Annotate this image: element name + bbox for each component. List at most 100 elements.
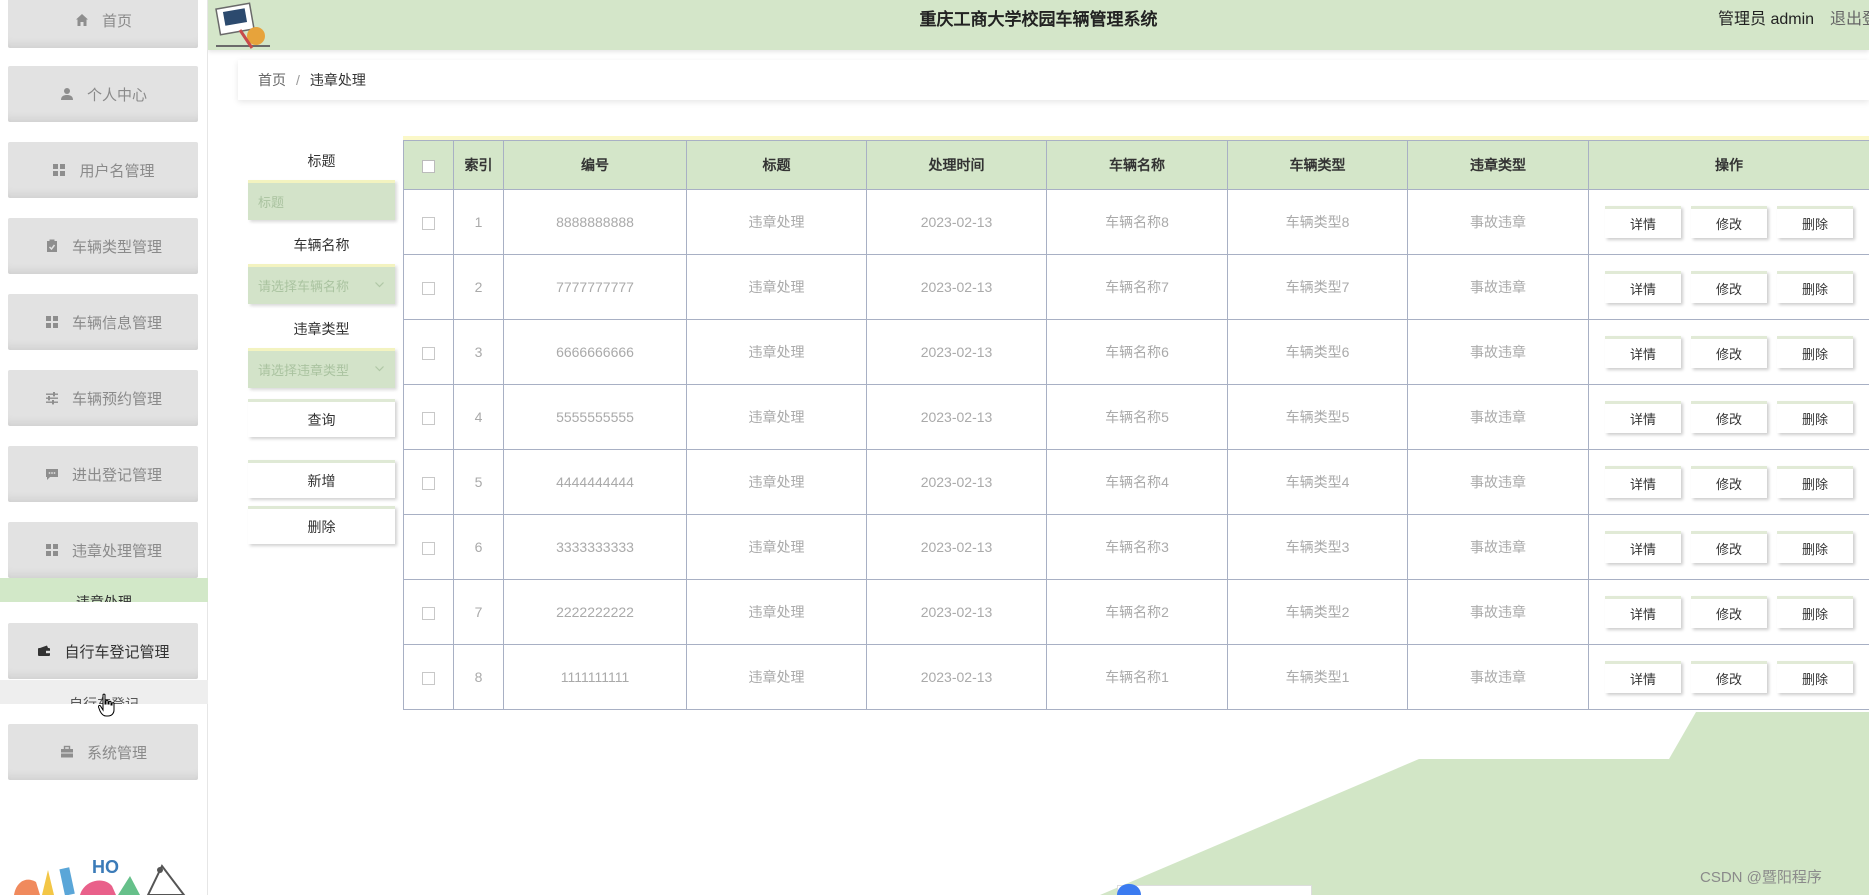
- cell-vehicle-type: 车辆类型5: [1227, 384, 1408, 450]
- cell-time: 2023-02-13: [866, 384, 1047, 450]
- row-checkbox[interactable]: [422, 281, 435, 295]
- cell-vehicle-type: 车辆类型7: [1227, 254, 1408, 320]
- cell-number: 2222222222: [503, 579, 687, 645]
- select-all-checkbox[interactable]: [422, 159, 435, 173]
- row-actions: 详情 修改 删除: [1589, 596, 1869, 628]
- detail-button[interactable]: 详情: [1605, 531, 1681, 563]
- sidebar-item-vehicle-reservation[interactable]: 车辆预约管理: [8, 370, 198, 426]
- cell-vehicle-name: 车辆名称7: [1046, 254, 1228, 320]
- edit-button[interactable]: 修改: [1691, 661, 1767, 693]
- violation-type-select[interactable]: 请选择违章类型: [248, 348, 395, 388]
- cell-vehicle-name: 车辆名称1: [1046, 644, 1228, 710]
- delete-button[interactable]: 删除: [1777, 596, 1853, 628]
- row-checkbox[interactable]: [422, 541, 435, 555]
- row-checkbox[interactable]: [422, 606, 435, 620]
- cell-time: 2023-02-13: [866, 189, 1047, 255]
- cell-title: 违章处理: [686, 254, 867, 320]
- row-actions: 详情 修改 删除: [1589, 271, 1869, 303]
- person-icon: [59, 86, 75, 102]
- sidebar-item-personal-center[interactable]: 个人中心: [8, 66, 198, 122]
- svg-text:HO: HO: [92, 857, 119, 877]
- edit-button[interactable]: 修改: [1691, 531, 1767, 563]
- row-checkbox[interactable]: [422, 216, 435, 230]
- detail-button[interactable]: 详情: [1605, 596, 1681, 628]
- edit-button[interactable]: 修改: [1691, 401, 1767, 433]
- delete-button[interactable]: 删除: [1777, 206, 1853, 238]
- vehicle-name-placeholder: 请选择车辆名称: [258, 279, 350, 294]
- delete-button[interactable]: 删除: [1777, 661, 1853, 693]
- detail-button[interactable]: 详情: [1605, 206, 1681, 238]
- column-header: 标题: [686, 140, 867, 190]
- row-checkbox[interactable]: [422, 671, 435, 685]
- cell-index: 8: [453, 644, 504, 710]
- table-row: 3 6666666666 违章处理 2023-02-13 车辆名称6 车辆类型6 事故违章详…: [403, 319, 1869, 385]
- cell-violation-type: 事故违章: [1407, 319, 1589, 385]
- wallet-icon: [36, 643, 52, 659]
- sidebar-item-violation-management[interactable]: 违章处理管理: [8, 522, 198, 578]
- column-header: 违章类型: [1407, 140, 1589, 190]
- delete-button[interactable]: 删除: [1777, 271, 1853, 303]
- sidebar-item-bicycle-registration[interactable]: 自行车登记管理: [8, 623, 198, 679]
- sidebar-item-user-management[interactable]: 用户名管理: [8, 142, 198, 198]
- sidebar-item-entry-exit[interactable]: 进出登记管理: [8, 446, 198, 502]
- mouse-cursor-hand-icon: [98, 693, 115, 717]
- row-checkbox[interactable]: [422, 411, 435, 425]
- breadcrumb-separator: /: [296, 72, 300, 88]
- vehicle-name-select[interactable]: 请选择车辆名称: [248, 264, 395, 304]
- row-actions: 详情 修改 删除: [1589, 661, 1869, 693]
- detail-button[interactable]: 详情: [1605, 466, 1681, 498]
- sidebar-item-label: 进出登记管理: [71, 466, 162, 484]
- column-header: 索引: [453, 140, 504, 190]
- row-select-cell: [403, 449, 454, 515]
- row-checkbox[interactable]: [422, 476, 435, 490]
- cell-violation-type: 事故违章: [1407, 644, 1589, 710]
- sidebar-subitem-label: 违章处理: [76, 594, 132, 602]
- add-button[interactable]: 新增: [248, 460, 395, 498]
- edit-button[interactable]: 修改: [1691, 466, 1767, 498]
- cell-number: 4444444444: [503, 449, 687, 515]
- chat-icon: [44, 466, 60, 482]
- cell-time: 2023-02-13: [866, 514, 1047, 580]
- column-header: 操作: [1588, 140, 1869, 190]
- batch-delete-button[interactable]: 删除: [248, 506, 395, 544]
- title-input[interactable]: 标题: [248, 180, 395, 220]
- edit-button[interactable]: 修改: [1691, 206, 1767, 238]
- logout-link[interactable]: 退出登: [1830, 0, 1869, 40]
- detail-button[interactable]: 详情: [1605, 401, 1681, 433]
- cell-violation-type: 事故违章: [1407, 514, 1589, 580]
- sidebar-item-system-management[interactable]: 系统管理: [8, 724, 198, 780]
- violation-table: 索引 编号 标题 处理时间 车辆名称 车辆类型 违章类型 操作 1 8888888…: [403, 140, 1869, 710]
- row-checkbox[interactable]: [422, 346, 435, 360]
- breadcrumb-home[interactable]: 首页: [258, 70, 286, 90]
- cell-title: 违章处理: [686, 189, 867, 255]
- sidebar-item-label: 个人中心: [86, 86, 147, 104]
- delete-button[interactable]: 删除: [1777, 531, 1853, 563]
- delete-button[interactable]: 删除: [1777, 401, 1853, 433]
- detail-button[interactable]: 详情: [1605, 661, 1681, 693]
- sidebar-item-vehicle-info[interactable]: 车辆信息管理: [8, 294, 198, 350]
- delete-button[interactable]: 删除: [1777, 336, 1853, 368]
- table-row: 6 3333333333 违章处理 2023-02-13 车辆名称3 车辆类型3 事故违章详…: [403, 514, 1869, 580]
- sidebar-item-home[interactable]: 首页: [8, 0, 198, 48]
- grid-icon: [51, 162, 67, 178]
- sliders-icon: [44, 390, 60, 406]
- violation-type-placeholder: 请选择违章类型: [258, 363, 350, 378]
- breadcrumb: 首页 / 违章处理: [238, 60, 1869, 100]
- delete-button[interactable]: 删除: [1777, 466, 1853, 498]
- table-row: 7 2222222222 违章处理 2023-02-13 车辆名称2 车辆类型2 事故违章详…: [403, 579, 1869, 645]
- sidebar-subitem-violation[interactable]: 违章处理: [0, 578, 208, 602]
- cell-vehicle-type: 车辆类型3: [1227, 514, 1408, 580]
- home-icon: [74, 12, 90, 28]
- column-header: 处理时间: [866, 140, 1047, 190]
- detail-button[interactable]: 详情: [1605, 336, 1681, 368]
- query-button[interactable]: 查询: [248, 399, 395, 437]
- row-actions: 详情 修改 删除: [1589, 531, 1869, 563]
- edit-button[interactable]: 修改: [1691, 336, 1767, 368]
- edit-button[interactable]: 修改: [1691, 596, 1767, 628]
- sidebar-item-vehicle-type[interactable]: 车辆类型管理: [8, 218, 198, 274]
- detail-button[interactable]: 详情: [1605, 271, 1681, 303]
- cell-title: 违章处理: [686, 384, 867, 450]
- edit-button[interactable]: 修改: [1691, 271, 1767, 303]
- cell-actions: 详情 修改 删除: [1588, 319, 1869, 385]
- cell-index: 5: [453, 449, 504, 515]
